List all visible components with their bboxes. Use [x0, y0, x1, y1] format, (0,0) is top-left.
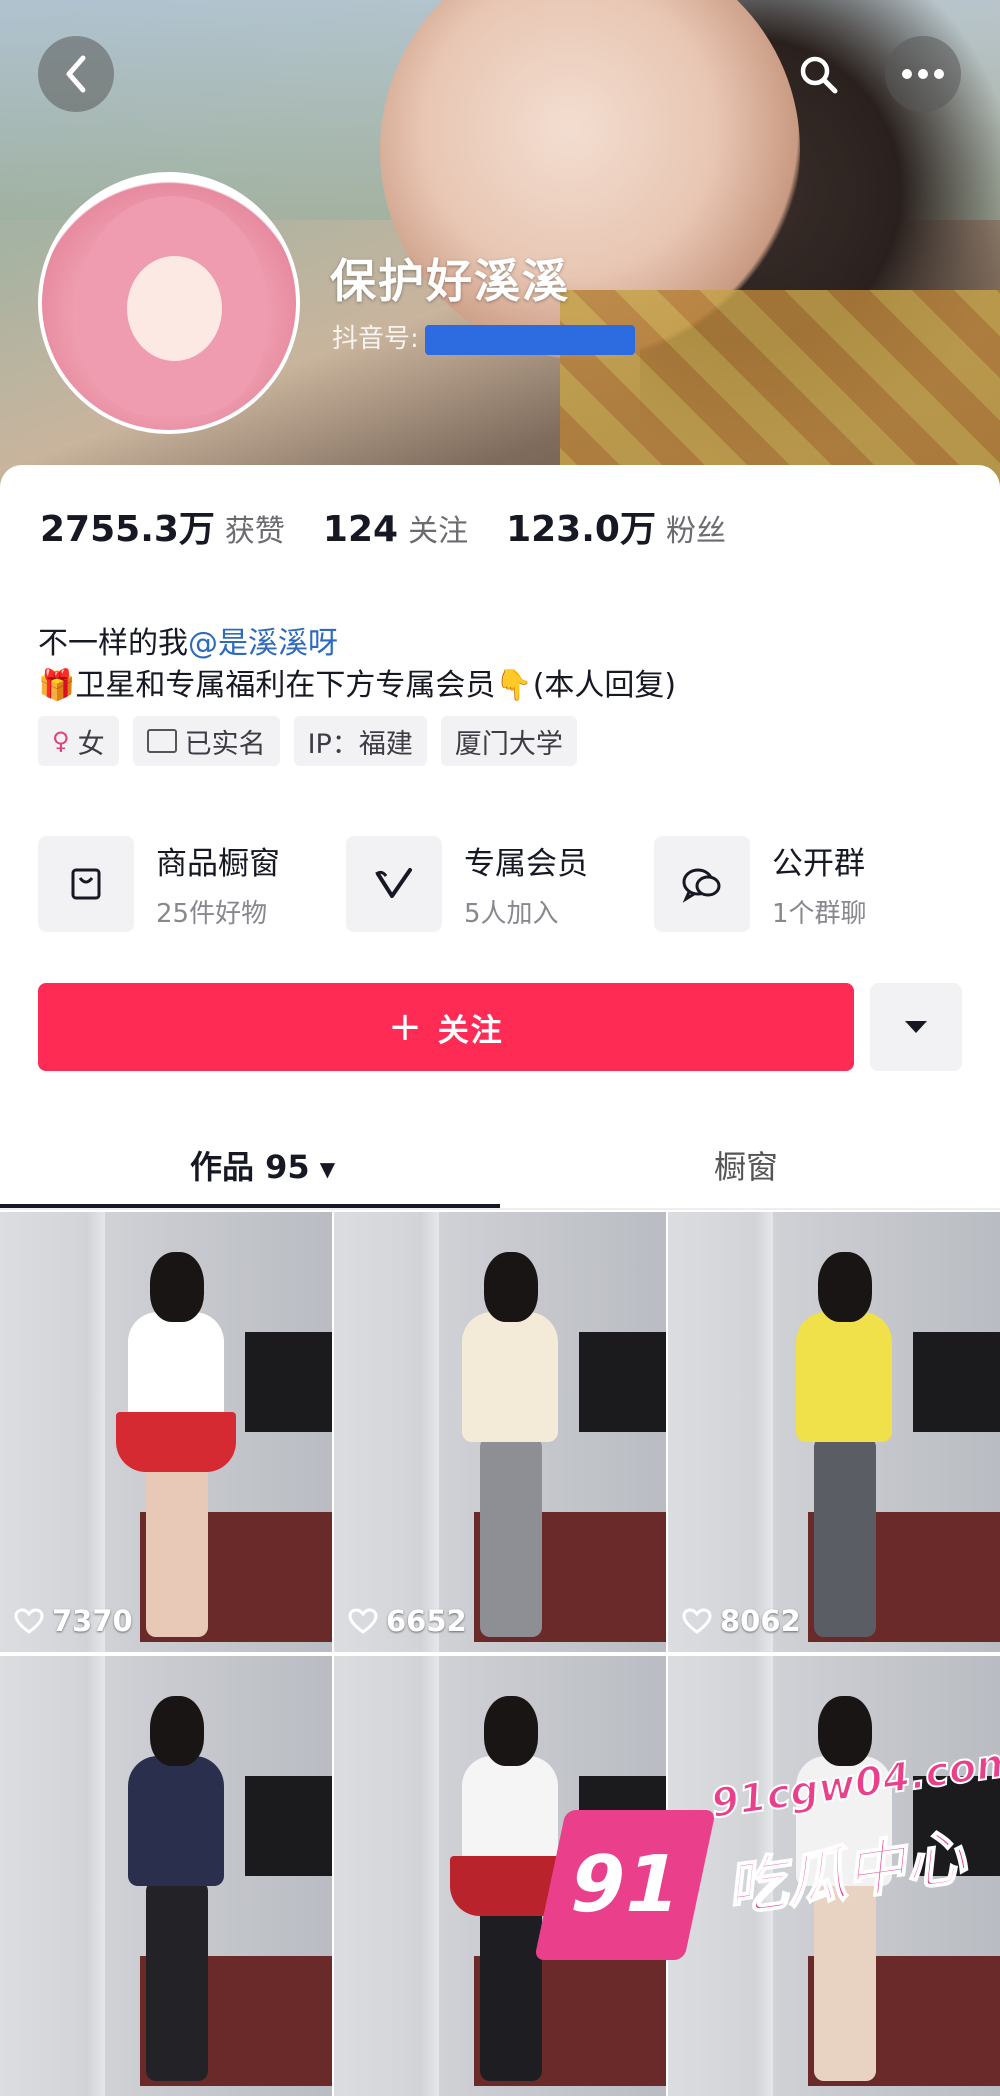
- service-title: 专属会员: [464, 846, 588, 882]
- service-subtitle: 25件好物: [156, 899, 268, 929]
- caret-down-icon: [905, 1021, 927, 1033]
- vip-v-icon: [346, 836, 442, 932]
- tab-shop-window[interactable]: 橱窗: [714, 1142, 778, 1188]
- search-button[interactable]: [780, 36, 856, 112]
- service-row: 商品橱窗 25件好物 专属会员 5人加入 公开群 1个群聊: [38, 836, 962, 932]
- wall-pillar: [419, 1212, 439, 1652]
- tab-works-label: 作品 95: [190, 1148, 310, 1186]
- tag-gender: ♀ 女: [38, 716, 119, 766]
- tag-verified: 已实名: [132, 716, 280, 766]
- tv-screen: [245, 1332, 332, 1432]
- like-count-text: 6652: [386, 1604, 467, 1638]
- tab-works[interactable]: 作品 95 ▼: [190, 1142, 335, 1188]
- tag-ip-label: IP：福建: [307, 728, 413, 760]
- avatar-face: [127, 256, 222, 361]
- following-label[interactable]: 关注: [408, 506, 468, 550]
- followers-count[interactable]: 123.0万: [506, 500, 656, 552]
- service-group[interactable]: 公开群 1个群聊: [654, 836, 962, 932]
- tag-ip: IP：福建: [293, 716, 427, 766]
- bio-mention-link[interactable]: @是溪溪呀: [188, 626, 338, 661]
- video-thumbnail[interactable]: 6652: [334, 1212, 666, 1652]
- following-count[interactable]: 124: [323, 509, 398, 550]
- video-like-count: 7370: [14, 1604, 133, 1638]
- figure-legs: [146, 1881, 208, 2081]
- search-icon: [800, 56, 838, 94]
- id-card-icon: [146, 729, 177, 753]
- follow-label: 关注: [437, 1012, 504, 1049]
- group-chat-icon: [654, 836, 750, 932]
- figure-legs: [480, 1437, 542, 1637]
- service-subtitle: 5人加入: [464, 899, 559, 929]
- service-title: 公开群: [772, 846, 865, 882]
- tv-screen: [579, 1332, 666, 1432]
- shopping-bag-icon: [38, 836, 134, 932]
- profile-stats: 2755.3万 获赞 124 关注 123.0万 粉丝: [40, 500, 764, 552]
- avatar[interactable]: [38, 172, 300, 434]
- followers-label[interactable]: 粉丝: [666, 506, 726, 550]
- heart-outline-icon: [348, 1608, 378, 1634]
- video-thumbnail[interactable]: 8062: [668, 1212, 1000, 1652]
- gift-emoji: 🎁: [38, 668, 76, 703]
- plus-icon: +: [388, 1004, 424, 1050]
- tag-school-label: 厦门大学: [454, 728, 563, 760]
- tag-gender-label: 女: [77, 728, 105, 760]
- figure-top: [128, 1756, 224, 1886]
- handle-redaction: [424, 324, 635, 355]
- heart-outline-icon: [682, 1608, 712, 1634]
- figure-head: [484, 1696, 538, 1766]
- recommend-dropdown-button[interactable]: [870, 983, 962, 1071]
- profile-tags: ♀ 女 已实名 IP：福建 厦门大学: [38, 716, 577, 766]
- service-shop-window[interactable]: 商品橱窗 25件好物: [38, 836, 346, 932]
- content-tabs: 作品 95 ▼ 橱窗: [0, 1120, 1000, 1210]
- tag-verified-label: 已实名: [184, 728, 266, 760]
- watermark-logo: 91: [534, 1810, 716, 1960]
- bio-line-2: 🎁卫星和专属福利在下方专属会员👇(本人回复): [38, 660, 676, 704]
- figure-top: [796, 1312, 892, 1442]
- point-down-emoji: 👇: [495, 668, 533, 703]
- handle-label: 抖音号:: [332, 324, 419, 354]
- heart-outline-icon: [14, 1608, 44, 1634]
- figure-head: [150, 1252, 204, 1322]
- more-dots-icon: [902, 69, 944, 79]
- caret-down-icon: ▼: [319, 1157, 336, 1181]
- video-like-count: 6652: [348, 1604, 467, 1638]
- figure-top: [462, 1312, 558, 1442]
- wall-pillar: [85, 1212, 105, 1652]
- wall-pillar: [419, 1656, 439, 2096]
- profile-username: 保护好溪溪: [330, 254, 570, 308]
- like-count-text: 7370: [52, 1604, 133, 1638]
- wall-pillar: [85, 1656, 105, 2096]
- figure-head: [150, 1696, 204, 1766]
- figure-head: [818, 1252, 872, 1322]
- tab-divider: [0, 1208, 1000, 1210]
- video-thumbnail[interactable]: [0, 1656, 332, 2096]
- figure-skirt: [116, 1412, 236, 1472]
- chevron-left-icon: [66, 55, 86, 93]
- bio-suffix: (本人回复): [532, 668, 677, 703]
- bio-line-1: 不一样的我@是溪溪呀: [38, 618, 338, 662]
- video-like-count: 8062: [682, 1604, 801, 1638]
- tag-school[interactable]: 厦门大学: [440, 716, 577, 766]
- tv-screen: [913, 1332, 1000, 1432]
- video-thumbnail[interactable]: 7370: [0, 1212, 332, 1652]
- female-icon: ♀: [52, 727, 70, 755]
- like-count-text: 8062: [720, 1604, 801, 1638]
- tv-screen: [245, 1776, 332, 1876]
- profile-handle: 抖音号:: [332, 318, 635, 355]
- more-button[interactable]: [885, 36, 961, 112]
- figure-legs: [814, 1437, 876, 1637]
- service-membership[interactable]: 专属会员 5人加入: [346, 836, 654, 932]
- service-title: 商品橱窗: [156, 846, 280, 882]
- wall-pillar: [753, 1212, 773, 1652]
- back-button[interactable]: [38, 36, 114, 112]
- watermark-text: 吃瓜中心: [721, 1822, 970, 1927]
- bio-text-2: 卫星和专属福利在下方专属会员: [75, 668, 496, 703]
- service-subtitle: 1个群聊: [772, 899, 867, 929]
- likes-label: 获赞: [224, 514, 285, 549]
- follow-button[interactable]: + 关注: [38, 983, 854, 1071]
- likes-count: 2755.3万: [40, 509, 215, 550]
- figure-head: [484, 1252, 538, 1322]
- site-watermark: 91 91cgw04.com 吃瓜中心: [534, 1738, 1000, 1985]
- bio-text: 不一样的我: [38, 626, 188, 661]
